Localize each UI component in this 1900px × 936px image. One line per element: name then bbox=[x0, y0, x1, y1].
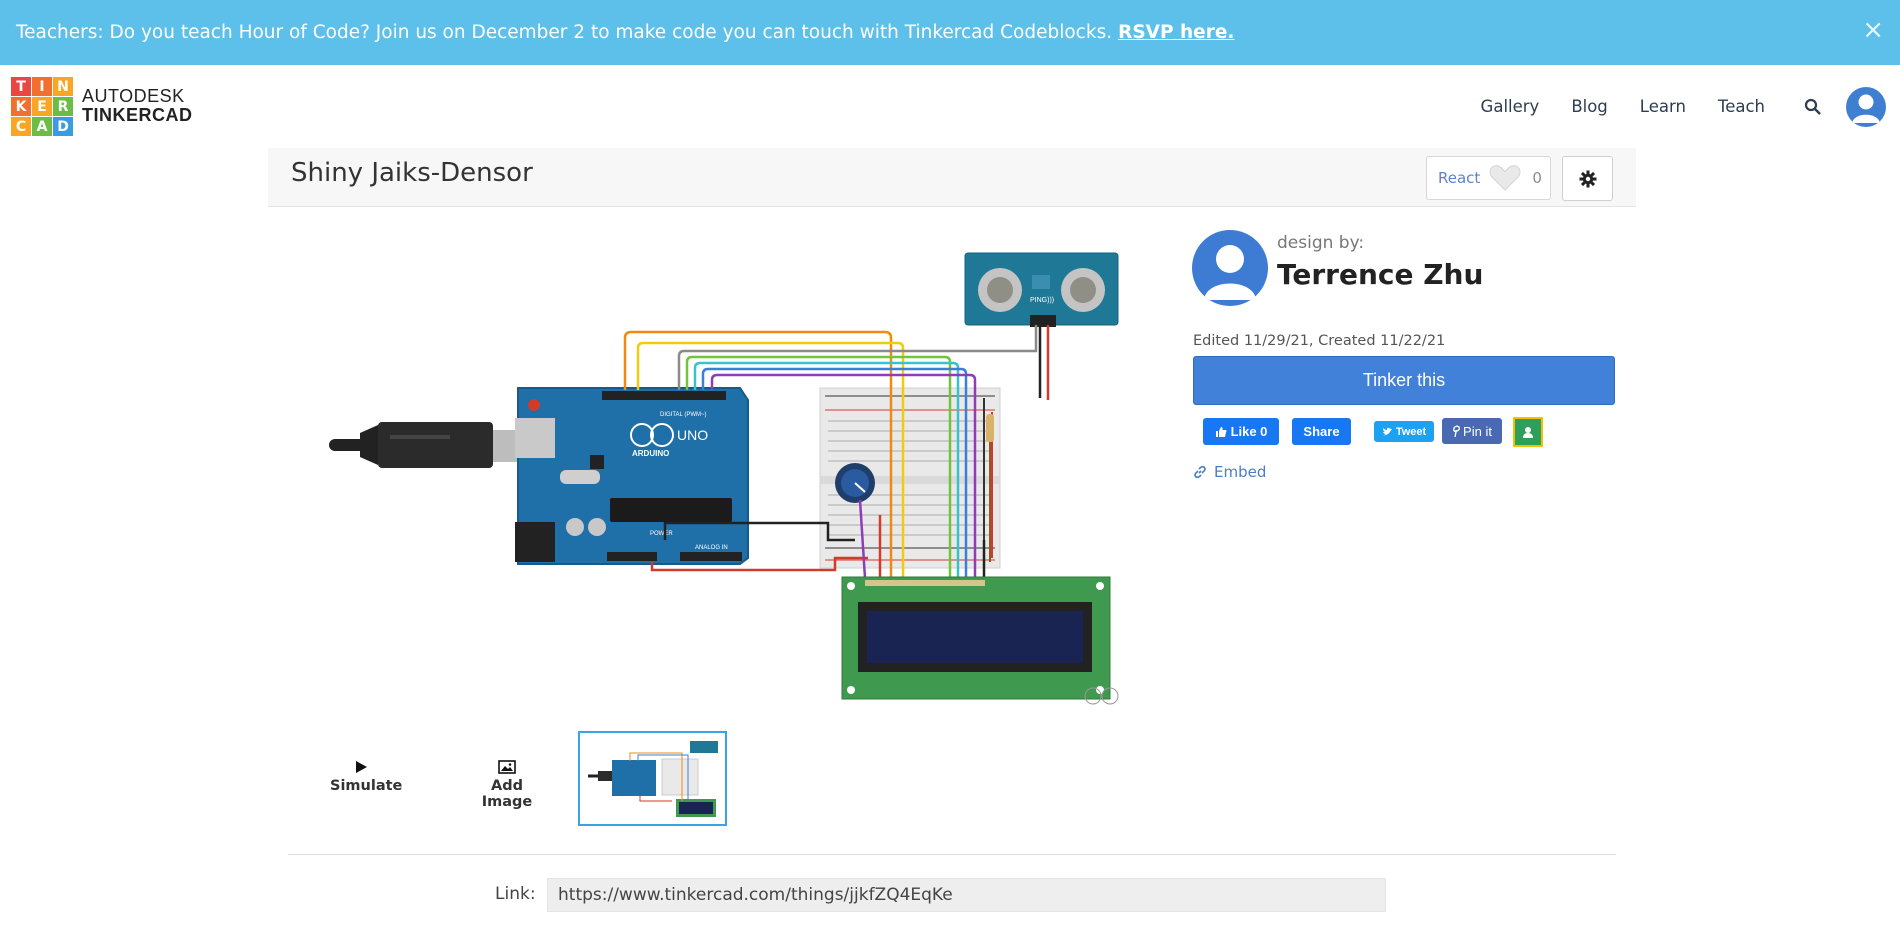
logo-letter: T bbox=[11, 77, 31, 96]
pinterest-button[interactable]: Pin it bbox=[1442, 418, 1502, 444]
user-icon bbox=[1852, 94, 1880, 123]
pinterest-icon bbox=[1453, 425, 1460, 437]
add-image-button[interactable]: Add Image bbox=[466, 760, 548, 810]
react-label: React bbox=[1438, 169, 1481, 187]
facebook-like-button[interactable]: Like 0 bbox=[1203, 418, 1279, 445]
twitter-icon bbox=[1382, 427, 1392, 435]
board-analog-label: ANALOG IN bbox=[695, 545, 728, 551]
user-avatar[interactable] bbox=[1846, 87, 1886, 127]
react-count: 0 bbox=[1532, 169, 1542, 187]
logo-letter: C bbox=[11, 117, 31, 136]
page-title: Shiny Jaiks-Densor bbox=[291, 158, 533, 188]
design-title-bar: Shiny Jaiks-Densor React 0 bbox=[268, 148, 1636, 207]
board-power-label: POWER bbox=[650, 531, 673, 537]
tweet-button[interactable]: Tweet bbox=[1374, 421, 1434, 442]
embed-label: Embed bbox=[1214, 463, 1267, 481]
thumbs-up-icon bbox=[1215, 426, 1227, 437]
logo-wordmark[interactable]: AUTODESK TINKERCAD bbox=[82, 87, 193, 125]
author-avatar[interactable] bbox=[1192, 230, 1268, 306]
play-icon bbox=[356, 761, 367, 773]
board-digital-label: DIGITAL (PWM~) bbox=[660, 412, 707, 418]
board-brand-label: ARDUINO bbox=[632, 449, 669, 458]
facebook-share-button[interactable]: Share bbox=[1292, 418, 1351, 445]
nav-blog[interactable]: Blog bbox=[1571, 97, 1607, 116]
gear-icon bbox=[1579, 170, 1596, 187]
share-link-field[interactable]: https://www.tinkercad.com/things/jjkfZQ4… bbox=[547, 878, 1386, 912]
settings-button[interactable] bbox=[1562, 156, 1613, 201]
react-button[interactable]: React 0 bbox=[1426, 156, 1551, 200]
announcement-banner: Teachers: Do you teach Hour of Code? Joi… bbox=[0, 0, 1900, 65]
logo-tinkercad: TINKERCAD bbox=[82, 105, 193, 125]
like-label: Like 0 bbox=[1230, 424, 1268, 439]
author-name[interactable]: Terrence Zhu bbox=[1277, 258, 1483, 291]
link-label: Link: bbox=[495, 884, 536, 904]
design-dates: Edited 11/29/21, Created 11/22/21 bbox=[1193, 333, 1446, 349]
tinkercad-logo[interactable]: T I N K E R C A D bbox=[11, 77, 73, 136]
simulate-label: Simulate bbox=[330, 778, 403, 794]
design-thumbnail[interactable] bbox=[578, 731, 727, 826]
circuit-preview[interactable]: UNO ARDUINO DIGITAL (PWM~) ANALOG IN POW… bbox=[320, 240, 1150, 720]
link-icon bbox=[1194, 465, 1206, 479]
banner-text: Teachers: Do you teach Hour of Code? Joi… bbox=[16, 22, 1113, 43]
logo-letter: R bbox=[53, 97, 73, 116]
arduino-board: UNO ARDUINO DIGITAL (PWM~) ANALOG IN POW… bbox=[515, 387, 749, 565]
nav-learn[interactable]: Learn bbox=[1640, 97, 1686, 116]
board-uno-label: UNO bbox=[677, 427, 708, 443]
pin-label: Pin it bbox=[1463, 423, 1492, 439]
close-icon[interactable]: × bbox=[1862, 17, 1884, 43]
add-image-label: Add Image bbox=[481, 778, 533, 810]
potentiometer bbox=[835, 463, 875, 503]
section-divider bbox=[288, 854, 1616, 855]
logo-letter: E bbox=[32, 97, 52, 116]
simulate-button[interactable]: Simulate bbox=[330, 760, 403, 794]
design-by-label: design by: bbox=[1277, 233, 1365, 253]
lcd-display bbox=[841, 576, 1111, 700]
image-icon bbox=[498, 760, 516, 774]
logo-letter: K bbox=[11, 97, 31, 116]
heart-icon bbox=[1489, 165, 1521, 191]
user-icon bbox=[1204, 245, 1256, 300]
nav-teach[interactable]: Teach bbox=[1718, 97, 1765, 116]
logo-autodesk: AUTODESK bbox=[82, 86, 185, 106]
nav-gallery[interactable]: Gallery bbox=[1481, 97, 1540, 116]
sensor-label: PING))) bbox=[1030, 297, 1054, 304]
logo-letter: D bbox=[53, 117, 73, 136]
classroom-icon bbox=[1523, 427, 1533, 438]
google-classroom-button[interactable] bbox=[1513, 417, 1543, 447]
ultrasonic-sensor: PING))) bbox=[964, 252, 1119, 327]
top-navigation: T I N K E R C A D AUTODESK TINKERCAD Gal… bbox=[0, 65, 1900, 148]
rsvp-link[interactable]: RSVP here. bbox=[1118, 22, 1234, 43]
logo-letter: N bbox=[53, 77, 73, 96]
embed-link[interactable]: Embed bbox=[1193, 463, 1266, 481]
search-icon[interactable] bbox=[1804, 98, 1822, 116]
tweet-label: Tweet bbox=[1395, 425, 1427, 438]
tinker-this-button[interactable]: Tinker this bbox=[1193, 356, 1615, 405]
nav-links: Gallery Blog Learn Teach bbox=[1481, 97, 1765, 116]
logo-letter: A bbox=[32, 117, 52, 136]
thumbnail-preview bbox=[588, 741, 718, 817]
logo-letter: I bbox=[32, 77, 52, 96]
